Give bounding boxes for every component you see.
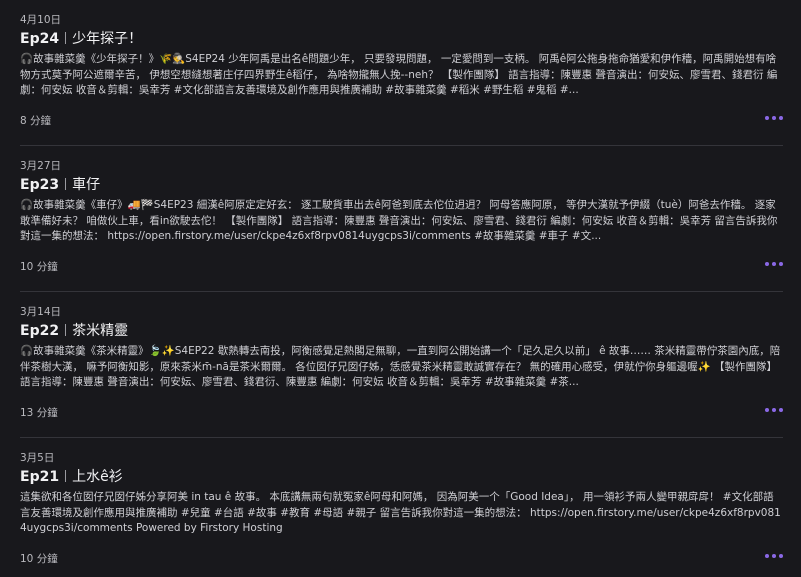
episode-name: 上水ê衫 <box>72 469 123 485</box>
episode-name: 車仔 <box>72 177 101 193</box>
episode-date: 3月27日 <box>20 160 62 172</box>
episode-date: 4月10日 <box>20 14 62 26</box>
episode-description: 🎧故事雜菜羹《車仔》🚚🏁S4EP23 細漢ê阿原定定好玄： 逐工駛貨車出去ê阿爸… <box>20 199 778 243</box>
episode-duration: 10 分鐘 <box>20 261 58 273</box>
dot <box>772 554 776 558</box>
episode-number: Ep23 <box>20 177 60 193</box>
dot <box>765 554 769 558</box>
divider <box>20 145 783 146</box>
episode-footer: 13 分鐘 <box>20 401 783 419</box>
episode-item[interactable]: 3月14日 Ep22 茶米精靈 🎧故事雜菜羹《茶米精靈》🍃✨S4EP22 歇熱轉去… <box>20 305 783 419</box>
episode-number: Ep24 <box>20 31 60 47</box>
more-options-icon[interactable] <box>765 112 783 124</box>
episode-title[interactable]: Ep23 車仔 <box>20 175 783 195</box>
episode-title[interactable]: Ep24 少年探子！ <box>20 29 783 49</box>
more-options-icon[interactable] <box>765 550 783 562</box>
episode-title[interactable]: Ep21 上水ê衫 <box>20 467 783 487</box>
episode-footer: 10 分鐘 <box>20 255 783 273</box>
dot <box>779 408 783 412</box>
episode-footer: 10 分鐘 <box>20 547 783 565</box>
episode-description: 🎧故事雜菜羹《茶米精靈》🍃✨S4EP22 歇熱轉去南投，阿衡感覺足熱閣足無聊，一… <box>20 345 781 389</box>
episode-date: 3月5日 <box>20 452 55 464</box>
dot <box>772 116 776 120</box>
dot <box>779 554 783 558</box>
title-separator <box>65 470 67 482</box>
dot <box>765 408 769 412</box>
episode-duration: 13 分鐘 <box>20 407 58 419</box>
episode-duration: 10 分鐘 <box>20 553 58 565</box>
episode-name: 茶米精靈 <box>72 323 129 339</box>
title-separator <box>65 324 67 336</box>
episode-description: 這集欲和各位囡仔兄囡仔姊分享阿美 in tau ê 故事。 本底講無兩句就冤家ê… <box>20 491 781 535</box>
episode-name: 少年探子！ <box>72 31 143 47</box>
episode-description: 🎧故事雜菜羹《少年探子！》🌾🕵️S4EP24 少年阿禹是出名ê問題少年， 只要發… <box>20 53 778 97</box>
title-separator <box>65 32 67 44</box>
episode-item[interactable]: 4月10日 Ep24 少年探子！ 🎧故事雜菜羹《少年探子！》🌾🕵️S4EP24 少… <box>20 13 783 127</box>
more-options-icon[interactable] <box>765 258 783 270</box>
episode-footer: 8 分鐘 <box>20 109 783 127</box>
episode-item[interactable]: 3月5日 Ep21 上水ê衫 這集欲和各位囡仔兄囡仔姊分享阿美 in tau ê … <box>20 451 783 565</box>
episode-item[interactable]: 3月27日 Ep23 車仔 🎧故事雜菜羹《車仔》🚚🏁S4EP23 細漢ê阿原定定好… <box>20 159 783 273</box>
dot <box>779 262 783 266</box>
dot <box>779 116 783 120</box>
dot <box>765 262 769 266</box>
episode-date: 3月14日 <box>20 306 62 318</box>
episode-number: Ep22 <box>20 323 60 339</box>
more-options-icon[interactable] <box>765 404 783 416</box>
title-separator <box>65 178 67 190</box>
dot <box>772 408 776 412</box>
episode-title[interactable]: Ep22 茶米精靈 <box>20 321 783 341</box>
divider <box>20 291 783 292</box>
divider <box>20 437 783 438</box>
episode-number: Ep21 <box>20 469 60 485</box>
dot <box>765 116 769 120</box>
episode-list: 4月10日 Ep24 少年探子！ 🎧故事雜菜羹《少年探子！》🌾🕵️S4EP24 少… <box>0 0 801 577</box>
dot <box>772 262 776 266</box>
episode-duration: 8 分鐘 <box>20 115 52 127</box>
